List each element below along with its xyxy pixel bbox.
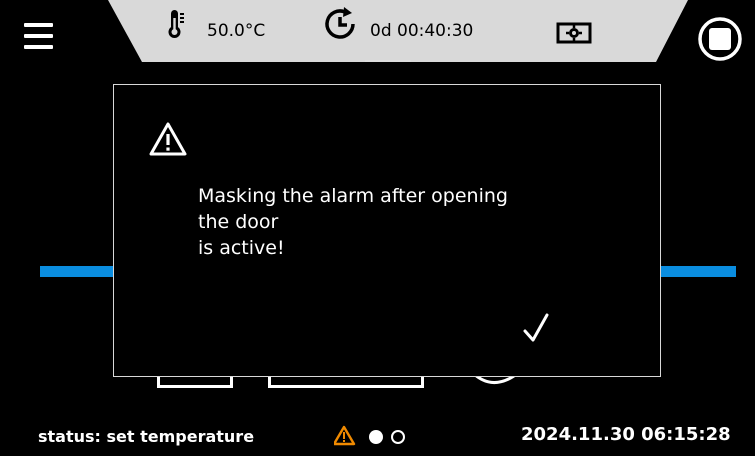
process-bar-right: [656, 266, 736, 277]
warning-icon[interactable]: [334, 425, 356, 446]
status-indicators: [334, 425, 405, 446]
page-dot-inactive: [391, 430, 405, 444]
temperature-value: 50.0°C: [207, 21, 266, 41]
date-time: 2024.11.30 06:15:28: [521, 424, 731, 445]
stop-button[interactable]: [695, 14, 745, 64]
message-line: the door: [198, 211, 279, 233]
menu-button[interactable]: [20, 18, 64, 62]
message-line: is active!: [198, 237, 285, 259]
timer-clock-icon: [325, 7, 355, 39]
message-line: Masking the alarm after opening: [198, 185, 508, 207]
panel-indicator: [365, 60, 411, 62]
warning-icon: [149, 122, 187, 156]
confirm-button[interactable]: [514, 307, 558, 347]
page-dot-active: [369, 430, 383, 444]
alarm-dialog: Masking the alarm after opening the door…: [113, 84, 661, 377]
status-text: status: set temperature: [38, 427, 255, 446]
timer-value: 0d 00:40:30: [370, 21, 474, 41]
thermometer-icon: [168, 10, 184, 38]
process-bar-left: [40, 266, 120, 277]
dialog-message: Masking the alarm after opening the door…: [198, 183, 578, 261]
settings-mode-icon[interactable]: [555, 21, 593, 45]
